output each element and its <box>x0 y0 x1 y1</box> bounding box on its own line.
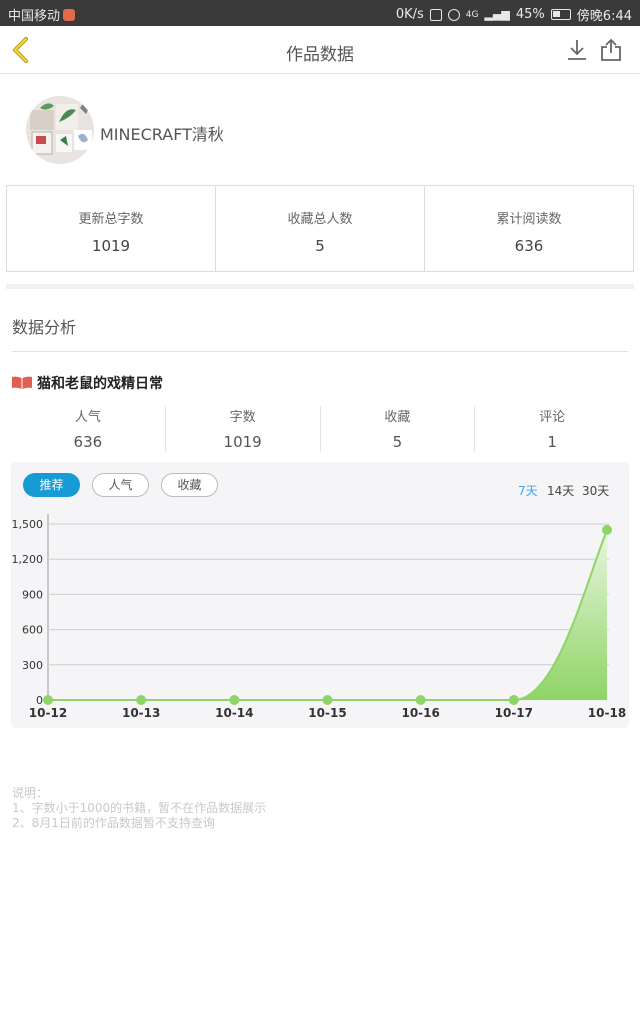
data-point[interactable] <box>43 695 53 705</box>
summary-label: 收藏总人数 <box>287 212 353 227</box>
share-icon <box>601 38 621 61</box>
network-speed: 0K/s <box>395 7 424 22</box>
section-divider <box>6 284 634 289</box>
data-point[interactable] <box>136 695 147 705</box>
summary-value: 1019 <box>91 237 131 255</box>
avatar[interactable] <box>26 96 94 164</box>
summary-value: 636 <box>514 237 544 255</box>
carrier-label: 中国移动 <box>8 9 61 24</box>
stat-value: 636 <box>73 433 103 451</box>
y-tick-label: 900 <box>22 588 43 601</box>
stat-value: 1019 <box>223 433 262 451</box>
notes: 说明： 1、字数小于1000的书籍，暂不在作品数据展示 2、8月1日前的作品数据… <box>12 786 266 831</box>
stat-value: 1 <box>547 433 557 451</box>
notification-icon <box>63 8 76 21</box>
book-stats: 人气 636 字数 1019 收藏 5 评论 1 <box>11 406 629 452</box>
note-line: 2、8月1日前的作品数据暂不支持查询 <box>12 816 215 830</box>
section-title: 数据分析 <box>12 318 77 337</box>
data-point[interactable] <box>322 695 333 705</box>
battery-percent: 45% <box>515 7 545 22</box>
download-icon <box>568 40 586 60</box>
y-tick-label: 300 <box>22 659 43 672</box>
stat-comments: 评论 1 <box>475 406 629 452</box>
series-area <box>48 529 607 700</box>
app-header: 作品数据 <box>0 26 640 74</box>
divider <box>12 351 628 352</box>
chart-panel: 推荐 人气 收藏 7天 14天 30天 0 300 600 900 1,200 1,500… <box>11 462 629 728</box>
summary-total-favorites: 收藏总人数 5 <box>216 186 425 271</box>
x-tick-label: 10-12 <box>29 706 67 720</box>
summary-label: 累计阅读数 <box>496 212 562 227</box>
x-tick-label: 10-15 <box>308 706 346 720</box>
data-point[interactable] <box>415 695 426 705</box>
clock: 傍晚6:44 <box>576 9 632 24</box>
data-point[interactable] <box>229 695 240 705</box>
x-tick-label: 10-13 <box>122 706 160 720</box>
stat-label: 评论 <box>539 410 566 425</box>
share-button[interactable] <box>598 37 624 63</box>
summary-value: 5 <box>315 237 325 255</box>
x-tick-label: 10-16 <box>401 706 439 720</box>
stat-popularity: 人气 636 <box>11 406 166 452</box>
summary-total-words: 更新总字数 1019 <box>7 186 216 271</box>
data-point[interactable] <box>508 695 519 705</box>
stat-label: 收藏 <box>384 410 411 425</box>
eye-icon <box>447 8 460 21</box>
battery-icon <box>550 9 571 20</box>
network-type: 4G <box>465 9 479 20</box>
notes-heading: 说明： <box>12 786 49 800</box>
y-tick-label: 1,200 <box>12 553 44 566</box>
data-point[interactable] <box>602 524 612 535</box>
username: MINECRAFT清秋 <box>100 125 224 144</box>
summary-label: 更新总字数 <box>78 212 144 227</box>
y-tick-label: 600 <box>22 624 43 637</box>
page-title: 作品数据 <box>286 45 354 65</box>
stat-label: 字数 <box>229 410 256 425</box>
vibrate-icon <box>429 8 442 21</box>
note-line: 1、字数小于1000的书籍，暂不在作品数据展示 <box>12 801 267 815</box>
stat-favorites: 收藏 5 <box>321 406 476 452</box>
y-tick-label: 1,500 <box>12 518 44 531</box>
stat-value: 5 <box>392 433 403 451</box>
summary-total-reads: 累计阅读数 636 <box>425 186 633 271</box>
download-button[interactable] <box>564 37 590 63</box>
x-tick-label: 10-18 <box>588 706 626 720</box>
stat-words: 字数 1019 <box>166 406 321 452</box>
x-tick-label: 10-14 <box>215 706 253 720</box>
x-tick-label: 10-17 <box>495 706 533 720</box>
status-bar: 中国移动 0K/s 4G ▂▄▆ 45% 傍晚6:44 <box>0 0 640 26</box>
stat-label: 人气 <box>74 410 101 425</box>
series-line <box>48 529 608 701</box>
trend-chart: 03006009001,2001,50010-12 10-13 10-14 10-15… <box>12 514 626 720</box>
book-icon <box>12 376 32 389</box>
book-title[interactable]: 猫和老鼠的戏精日常 <box>37 373 163 393</box>
signal-icon: ▂▄▆ <box>484 8 510 21</box>
summary-panel: 更新总字数 1019 收藏总人数 5 累计阅读数 636 <box>6 185 634 272</box>
